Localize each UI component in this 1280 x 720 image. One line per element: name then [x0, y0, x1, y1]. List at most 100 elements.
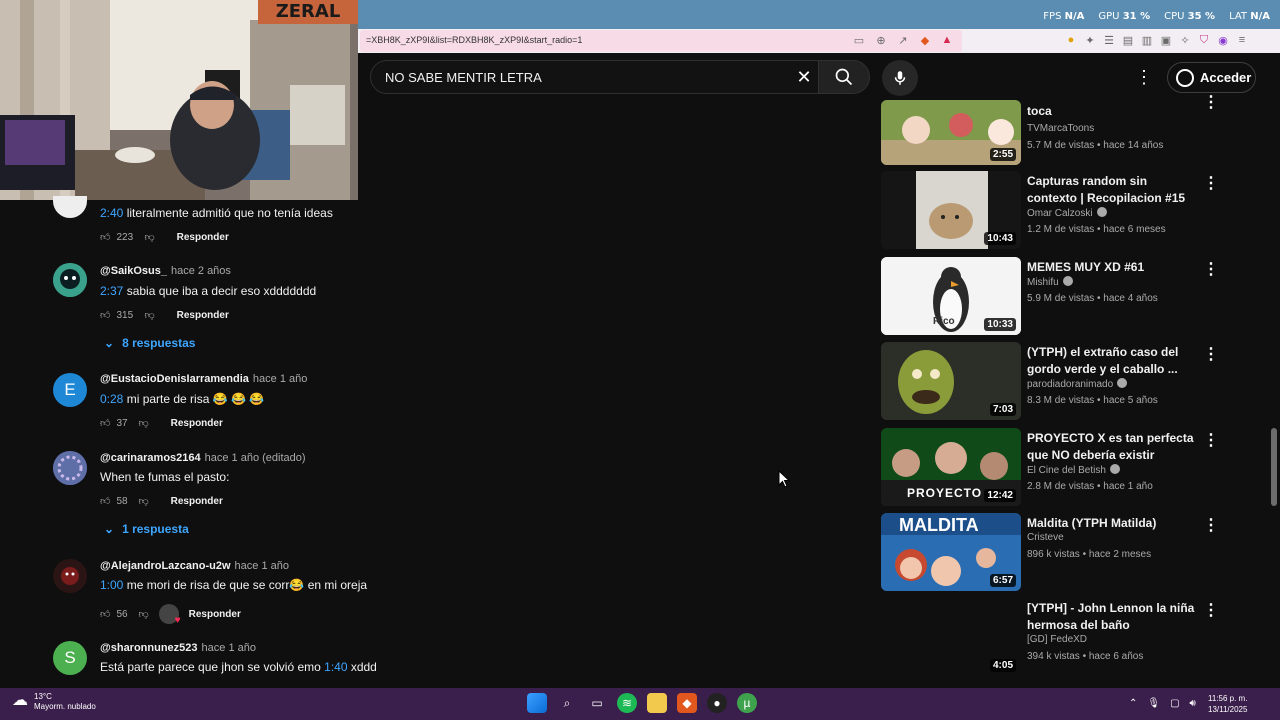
avatar[interactable]: E [53, 373, 87, 407]
task-view-icon[interactable]: ▭ [587, 693, 607, 713]
leo-icon[interactable]: ✧ [1178, 33, 1192, 47]
comment-author[interactable]: @sharonnunez523 hace 1 año [100, 642, 256, 654]
related-video[interactable]: PROYECTO 12:42 PROYECTO X es tan perfect… [881, 428, 1221, 506]
comment-timestamp-link[interactable]: 1:40 [324, 660, 347, 674]
related-video[interactable]: 4:05 [YTPH] - John Lennon la niña hermos… [881, 598, 1221, 676]
like-icon[interactable]: 👍︎ [100, 417, 110, 429]
chevron-up-icon[interactable]: ⌃ [1129, 698, 1137, 709]
dislike-icon[interactable]: 👎︎ [138, 495, 148, 507]
reply-button[interactable]: Responder [177, 232, 229, 243]
video-title[interactable]: Maldita (YTPH Matilda) [1027, 515, 1197, 532]
video-thumbnail[interactable]: Rico 10:33 [881, 257, 1021, 335]
signin-button[interactable]: Acceder [1167, 62, 1256, 93]
spotify-icon[interactable]: ≋ [617, 693, 637, 713]
channel-name[interactable]: Mishifu [1027, 276, 1073, 288]
extension-puzzle-icon[interactable]: ✦ [1083, 33, 1097, 47]
voice-search-button[interactable] [882, 60, 918, 96]
channel-name[interactable]: TVMarcaToons [1027, 123, 1094, 134]
brave-rewards-icon[interactable]: ▲ [940, 33, 954, 47]
channel-name[interactable]: Omar Calzoski [1027, 207, 1107, 219]
search-button[interactable] [818, 60, 870, 94]
related-video[interactable]: Rico 10:33 MEMES MUY XD #61 Mishifu 5.9 … [881, 257, 1221, 335]
like-icon[interactable]: 👍︎ [100, 231, 110, 243]
search-icon[interactable]: ⌕ [557, 693, 577, 713]
reply-button[interactable]: Responder [177, 310, 229, 321]
vpn-icon[interactable]: ◉ [1216, 33, 1230, 47]
video-thumbnail[interactable]: PROYECTO 12:42 [881, 428, 1021, 506]
comment-author[interactable]: @SaikOsus_ hace 2 años [100, 265, 231, 277]
microphone-icon[interactable]: 🎙︎ [1147, 698, 1160, 709]
bookmarks-icon[interactable]: ▤ [1121, 33, 1135, 47]
share-icon[interactable]: ↗ [896, 33, 910, 47]
related-video[interactable]: 7:03 (YTPH) el extraño caso del gordo ve… [881, 342, 1221, 420]
windows-start-icon[interactable] [527, 693, 547, 713]
like-icon[interactable]: 👍︎ [100, 495, 110, 507]
zoom-icon[interactable]: ⊕ [874, 33, 888, 47]
channel-name[interactable]: El Cine del Betish [1027, 464, 1120, 476]
menu-icon[interactable]: ≡ [1235, 33, 1249, 47]
show-replies-button[interactable]: ⌄ 1 respuesta [104, 522, 189, 536]
like-icon[interactable]: 👍︎ [100, 309, 110, 321]
video-menu-icon[interactable]: ⋮ [1203, 430, 1219, 450]
channel-name[interactable]: parodiadoranimado [1027, 378, 1128, 390]
taskbar-clock[interactable]: 11:56 p. m. 13/11/2025 [1208, 693, 1247, 715]
comment-author[interactable]: @carinaramos2164 hace 1 año (editado) [100, 452, 306, 464]
video-title[interactable]: [YTPH] - John Lennon la niña hermosa del… [1027, 600, 1197, 634]
brave-shield-icon[interactable]: ◆ [918, 33, 932, 47]
dislike-icon[interactable]: 👎︎ [138, 417, 148, 429]
video-thumbnail[interactable]: 2:55 [881, 100, 1021, 165]
comment-author[interactable]: @EustacioDenisIarramendia hace 1 año [100, 373, 307, 385]
video-menu-icon[interactable]: ⋮ [1203, 344, 1219, 364]
related-video[interactable]: 10:43 Capturas random sin contexto | Rec… [881, 171, 1221, 249]
reply-button[interactable]: Responder [189, 609, 241, 620]
channel-name[interactable]: [GD] FedeXD [1027, 634, 1087, 645]
reader-icon[interactable]: ☰ [1102, 33, 1116, 47]
clear-search-icon[interactable]: ✕ [793, 66, 815, 88]
show-replies-button[interactable]: ⌄ 8 respuestas [104, 336, 195, 350]
pip-icon[interactable]: ▭ [852, 33, 866, 47]
comment-timestamp-link[interactable]: 2:40 [100, 206, 123, 220]
network-icon[interactable]: ▢ [1170, 698, 1179, 709]
comment-author[interactable]: @AlejandroLazcano-u2w hace 1 año [100, 560, 289, 572]
volume-icon[interactable]: 🔊︎ [1190, 698, 1196, 709]
sidebar-icon[interactable]: ▥ [1140, 33, 1154, 47]
related-video[interactable]: 2:55 toca TVMarcaToons 5.7 M de vistas •… [881, 94, 1221, 165]
page-scrollbar[interactable] [1270, 100, 1278, 685]
video-menu-icon[interactable]: ⋮ [1203, 600, 1219, 620]
dislike-icon[interactable]: 👎︎ [138, 608, 148, 620]
video-menu-icon[interactable]: ⋮ [1203, 259, 1219, 279]
reply-button[interactable]: Responder [171, 496, 223, 507]
like-icon[interactable]: 👍︎ [100, 608, 110, 620]
more-options-icon[interactable]: ⋮ [1135, 66, 1153, 88]
wallet-icon[interactable]: ▣ [1159, 33, 1173, 47]
video-thumbnail[interactable]: MALDITA 6:57 [881, 513, 1021, 591]
video-menu-icon[interactable]: ⋮ [1203, 173, 1219, 193]
comment-timestamp-link[interactable]: 1:00 [100, 578, 123, 592]
avatar[interactable] [53, 196, 87, 218]
video-title[interactable]: (YTPH) el extraño caso del gordo verde y… [1027, 344, 1197, 378]
weather-widget[interactable]: ☁ 13°C Mayorm. nublado [12, 692, 96, 712]
avatar[interactable]: S [53, 641, 87, 675]
shield-icon[interactable]: ⛉ [1197, 33, 1211, 47]
video-menu-icon[interactable]: ⋮ [1203, 515, 1219, 535]
extension-1-icon[interactable]: ● [1064, 33, 1078, 47]
video-thumbnail[interactable]: 10:43 [881, 171, 1021, 249]
avatar[interactable] [53, 451, 87, 485]
file-explorer-icon[interactable] [647, 693, 667, 713]
dislike-icon[interactable]: 👎︎ [144, 309, 154, 321]
dislike-icon[interactable]: 👎︎ [144, 231, 154, 243]
video-title[interactable]: toca [1027, 103, 1197, 120]
comment-timestamp-link[interactable]: 2:37 [100, 284, 123, 298]
brave-browser-icon[interactable]: ◆ [677, 693, 697, 713]
comment-timestamp-link[interactable]: 0:28 [100, 392, 123, 406]
avatar[interactable] [53, 559, 87, 593]
video-title[interactable]: PROYECTO X es tan perfecta que NO deberí… [1027, 430, 1197, 464]
reply-button[interactable]: Responder [171, 418, 223, 429]
video-thumbnail[interactable]: 7:03 [881, 342, 1021, 420]
related-video[interactable]: MALDITA 6:57 Maldita (YTPH Matilda) Cris… [881, 513, 1221, 591]
search-input[interactable]: NO SABE MENTIR LETRA [370, 60, 822, 94]
obs-icon[interactable]: ● [707, 693, 727, 713]
avatar[interactable] [53, 263, 87, 297]
utorrent-icon[interactable]: µ [737, 693, 757, 713]
video-thumbnail[interactable]: 4:05 [881, 598, 1021, 676]
